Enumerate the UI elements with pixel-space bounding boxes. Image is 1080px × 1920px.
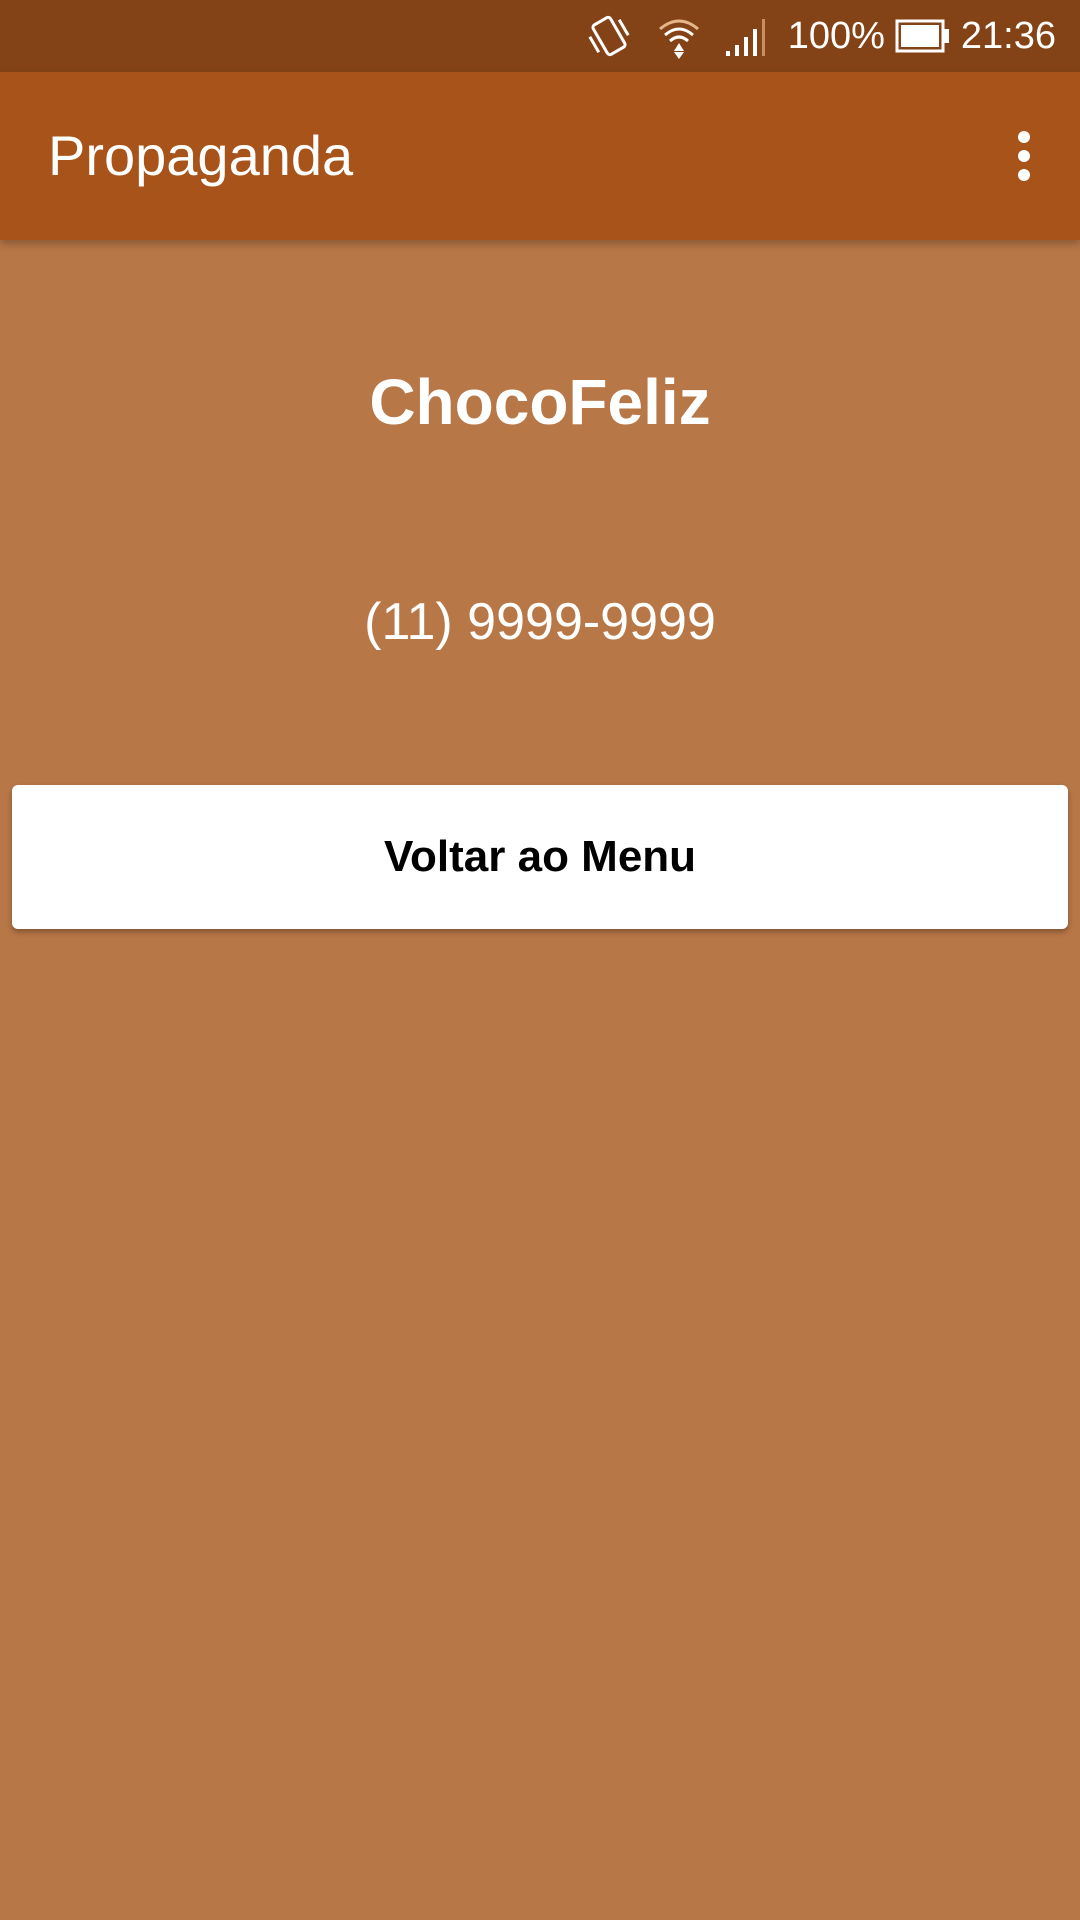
more-vert-icon[interactable] bbox=[994, 126, 1054, 186]
status-bar: 100% 21:36 bbox=[0, 0, 1080, 72]
battery-percent: 100% bbox=[787, 15, 885, 57]
back-to-menu-button[interactable]: Voltar ao Menu bbox=[12, 785, 1068, 929]
phone-number: (11) 9999-9999 bbox=[364, 593, 716, 651]
signal-icon bbox=[724, 15, 766, 57]
brand-name: ChocoFeliz bbox=[369, 366, 711, 438]
app-bar: Propaganda bbox=[0, 72, 1080, 240]
vibrate-icon bbox=[584, 13, 634, 59]
status-icons: 100% 21:36 bbox=[584, 0, 1056, 72]
clock: 21:36 bbox=[960, 15, 1056, 57]
battery-icon bbox=[895, 18, 951, 54]
wifi-icon bbox=[656, 13, 702, 59]
app-title: Propaganda bbox=[48, 124, 354, 187]
